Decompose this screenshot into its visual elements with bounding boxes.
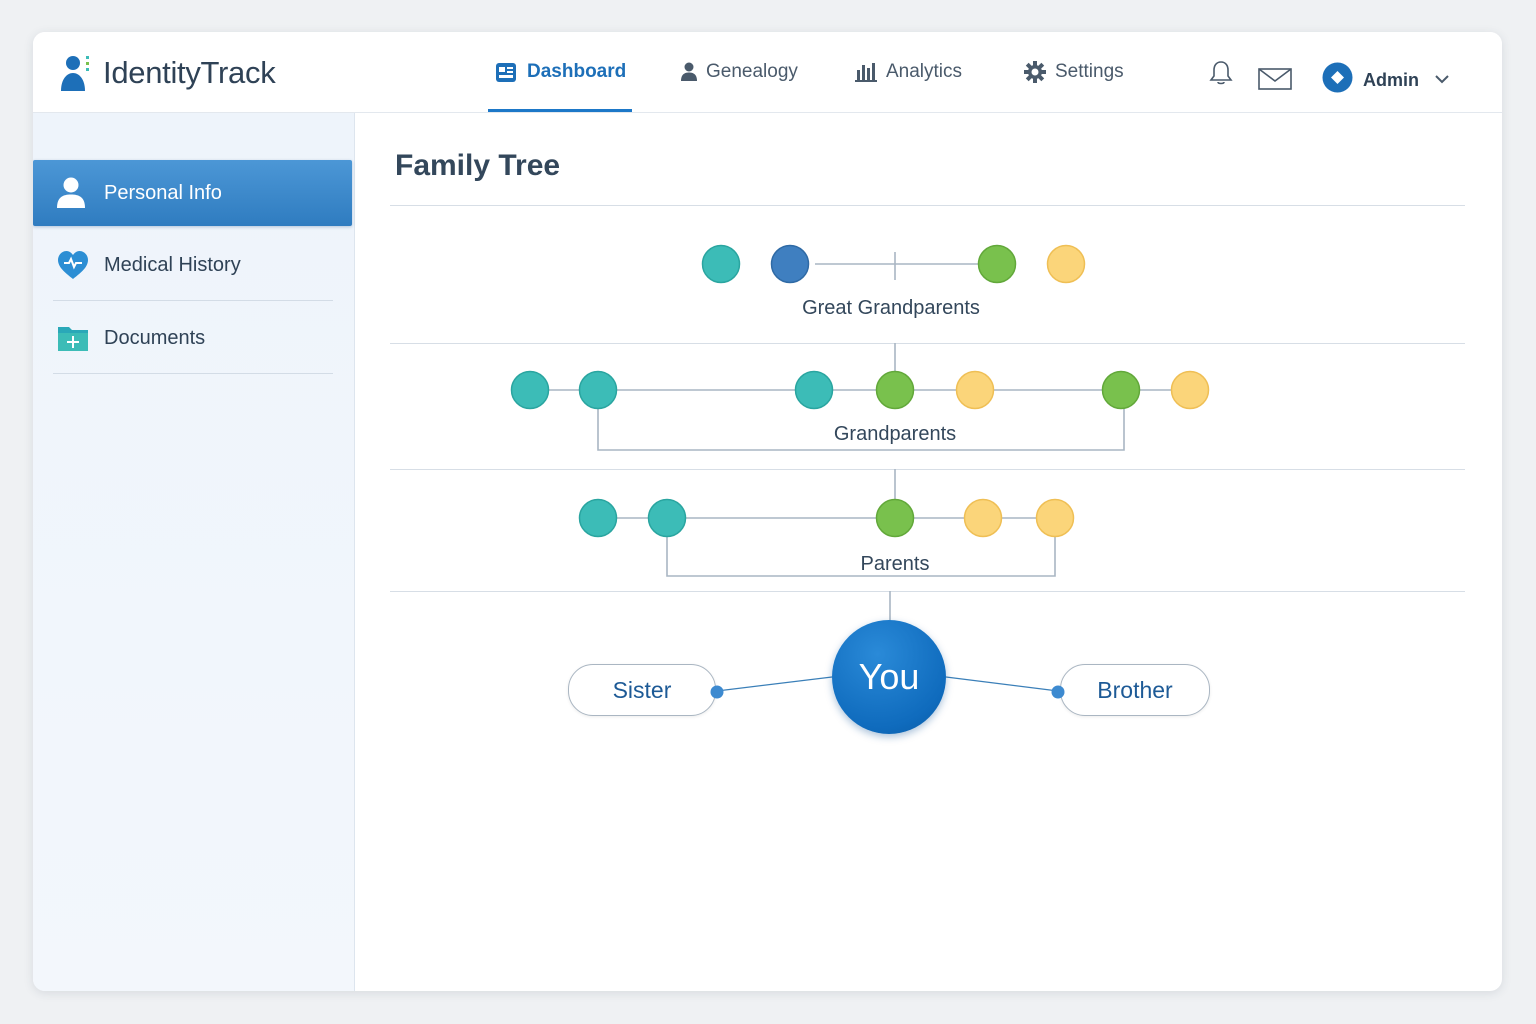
family-node[interactable]	[770, 244, 810, 284]
family-node[interactable]	[1046, 244, 1086, 284]
generation-label: Parents	[860, 553, 930, 575]
family-node[interactable]	[1170, 370, 1210, 410]
generation-label: Grandparents	[833, 423, 957, 445]
family-node[interactable]	[794, 370, 834, 410]
family-node[interactable]	[977, 244, 1017, 284]
sibling-sister[interactable]: Sister	[568, 664, 716, 716]
family-node[interactable]	[578, 370, 618, 410]
family-tree-diagram	[510, 244, 1210, 692]
family-node[interactable]	[875, 370, 915, 410]
family-node[interactable]	[647, 498, 687, 538]
family-node[interactable]	[578, 498, 618, 538]
app-window: IdentityTrack Dashboard Genealogy Analyt…	[33, 32, 1502, 991]
family-node[interactable]	[955, 370, 995, 410]
self-node[interactable]: You	[832, 620, 946, 734]
generation-label: Great Grandparents	[802, 297, 980, 319]
family-node[interactable]	[875, 498, 915, 538]
family-node[interactable]	[963, 498, 1003, 538]
family-node[interactable]	[1101, 370, 1141, 410]
sibling-brother[interactable]: Brother	[1060, 664, 1210, 716]
family-node[interactable]	[1035, 498, 1075, 538]
family-node[interactable]	[510, 370, 550, 410]
family-node[interactable]	[701, 244, 741, 284]
